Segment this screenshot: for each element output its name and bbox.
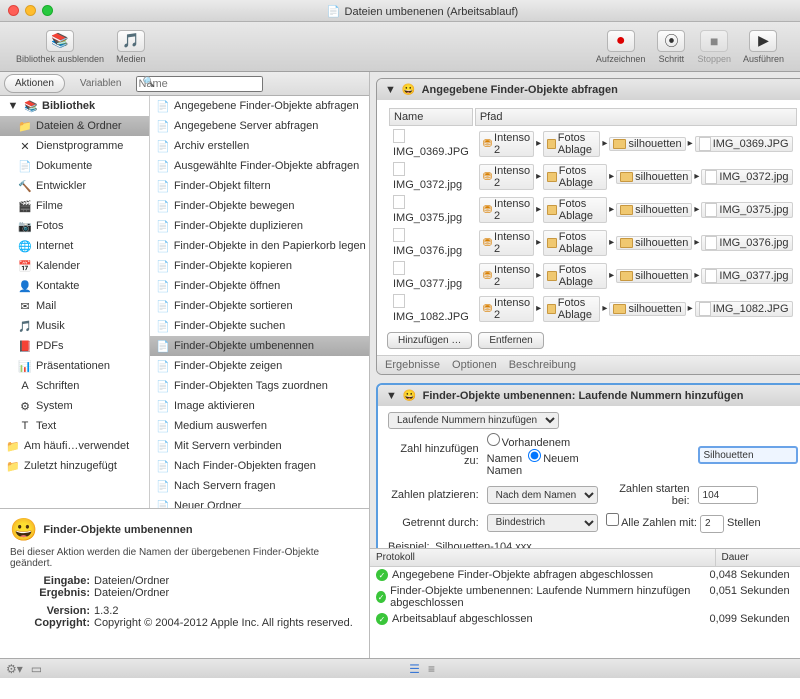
category-item[interactable]: 🔨Entwickler — [0, 176, 149, 196]
description-tab[interactable]: Beschreibung — [509, 359, 576, 371]
table-row[interactable]: IMG_0372.jpg⛃ Intenso 2▸ Fotos Ablage▸ s… — [389, 161, 797, 192]
category-item[interactable]: ✕Dienstprogramme — [0, 136, 149, 156]
workflow-area: ▼😀Angegebene Finder-Objekte abfragen Nam… — [370, 72, 800, 548]
action-item[interactable]: 📄Finder-Objekte umbenennen — [150, 336, 369, 356]
action-item[interactable]: 📄Finder-Objekte suchen — [150, 316, 369, 336]
action-item[interactable]: 📄Finder-Objekte in den Papierkorb legen — [150, 236, 369, 256]
action-item[interactable]: 📄Finder-Objekte öffnen — [150, 276, 369, 296]
table-row[interactable]: IMG_0375.jpg⛃ Intenso 2▸ Fotos Ablage▸ s… — [389, 194, 797, 225]
table-row[interactable]: IMG_0376.jpg⛃ Intenso 2▸ Fotos Ablage▸ s… — [389, 227, 797, 258]
category-item[interactable]: 📅Kalender — [0, 256, 149, 276]
action-item[interactable]: 📄Neuer Ordner — [150, 496, 369, 508]
stop-button[interactable]: ■Stoppen — [697, 30, 731, 64]
add-button[interactable]: Hinzufügen … — [387, 332, 472, 349]
options-tab[interactable]: Optionen — [452, 359, 497, 371]
category-item[interactable]: 🌐Internet — [0, 236, 149, 256]
search-input[interactable] — [136, 76, 263, 92]
new-name-input[interactable] — [698, 446, 798, 464]
toolbar: 📚Bibliothek ausblenden 🎵Medien ●Aufzeich… — [0, 22, 800, 72]
action-item[interactable]: 📄Nach Finder-Objekten fragen — [150, 456, 369, 476]
log-row: ✓Angegebene Finder-Objekte abfragen abge… — [370, 567, 800, 583]
library-categories: ▼📚Bibliothek📁Dateien & Ordner✕Dienstprog… — [0, 96, 150, 508]
log-row: ✓Finder-Objekte umbenennen: Laufende Num… — [370, 583, 800, 611]
action-item[interactable]: 📄Ausgewählte Finder-Objekte abfragen — [150, 156, 369, 176]
digits-input[interactable] — [700, 515, 724, 533]
results-tab[interactable]: Ergebnisse — [385, 359, 440, 371]
window-title: 📄Dateien umbenenen (Arbeitsablauf) — [53, 4, 792, 18]
action-item[interactable]: 📄Image aktivieren — [150, 396, 369, 416]
disclosure-icon[interactable]: ▼ — [385, 84, 396, 96]
list-icon[interactable]: ☰ — [409, 662, 420, 676]
start-input[interactable] — [698, 486, 758, 504]
lines-icon[interactable]: ≡ — [428, 662, 435, 676]
step-button[interactable]: ⦿Schritt — [657, 30, 685, 64]
hide-library-button[interactable]: 📚Bibliothek ausblenden — [16, 30, 104, 64]
category-item[interactable]: TText — [0, 416, 149, 436]
remove-button[interactable]: Entfernen — [478, 332, 543, 349]
tab-actions[interactable]: Aktionen — [4, 74, 65, 93]
recent-item[interactable]: 📁Am häufi…verwendet — [0, 436, 149, 456]
statusbar: ⚙▾ ▭ ☰ ≡ — [0, 658, 800, 678]
separator-select[interactable]: Bindestrich — [487, 514, 598, 532]
record-button[interactable]: ●Aufzeichnen — [596, 30, 646, 64]
pane-icon[interactable]: ▭ — [31, 662, 42, 676]
desc-text: Bei dieser Aktion werden die Namen der ü… — [10, 547, 359, 569]
minimize-icon[interactable] — [25, 5, 36, 16]
table-row[interactable]: IMG_0369.JPG⛃ Intenso 2▸ Fotos Ablage▸ s… — [389, 128, 797, 159]
desc-title: Finder-Objekte umbenennen — [43, 524, 192, 536]
all-digits-check[interactable]: Alle Zahlen mit: — [606, 517, 697, 529]
gear-icon[interactable]: ⚙▾ — [6, 662, 23, 676]
table-row[interactable]: IMG_1082.JPG⛃ Intenso 2▸ Fotos Ablage▸ s… — [389, 293, 797, 324]
library-actions: 📄Angegebene Finder-Objekte abfragen📄Ange… — [150, 96, 369, 508]
zoom-icon[interactable] — [42, 5, 53, 16]
action-item[interactable]: 📄Medium auswerfen — [150, 416, 369, 436]
recent-item[interactable]: 📁Zuletzt hinzugefügt — [0, 456, 149, 476]
category-item[interactable]: ✉Mail — [0, 296, 149, 316]
action-item[interactable]: 📄Finder-Objekte duplizieren — [150, 216, 369, 236]
category-item[interactable]: 📄Dokumente — [0, 156, 149, 176]
action-item[interactable]: 📄Finder-Objekte bewegen — [150, 196, 369, 216]
action-item[interactable]: 📄Angegebene Finder-Objekte abfragen — [150, 96, 369, 116]
rename-mode-select[interactable]: Laufende Nummern hinzufügen — [388, 412, 559, 429]
disclosure-icon[interactable]: ▼ — [386, 390, 397, 402]
category-item[interactable]: 📁Dateien & Ordner — [0, 116, 149, 136]
place-select[interactable]: Nach dem Namen — [487, 486, 598, 504]
category-item[interactable]: 📷Fotos — [0, 216, 149, 236]
category-item[interactable]: ⚙System — [0, 396, 149, 416]
table-row[interactable]: IMG_0377.jpg⛃ Intenso 2▸ Fotos Ablage▸ s… — [389, 260, 797, 291]
action-item[interactable]: 📄Finder-Objekte zeigen — [150, 356, 369, 376]
action-item[interactable]: 📄Finder-Objekte sortieren — [150, 296, 369, 316]
action-description: 😀Finder-Objekte umbenennen Bei dieser Ak… — [0, 508, 369, 658]
action-item[interactable]: 📄Archiv erstellen — [150, 136, 369, 156]
category-item[interactable]: 👤Kontakte — [0, 276, 149, 296]
library-header[interactable]: ▼📚Bibliothek — [0, 96, 149, 116]
action-item[interactable]: 📄Mit Servern verbinden — [150, 436, 369, 456]
titlebar: 📄Dateien umbenenen (Arbeitsablauf) — [0, 0, 800, 22]
action-item[interactable]: 📄Nach Servern fragen — [150, 476, 369, 496]
action-get-finder-items: ▼😀Angegebene Finder-Objekte abfragen Nam… — [376, 78, 800, 375]
close-icon[interactable] — [8, 5, 19, 16]
tab-variables[interactable]: Variablen — [69, 74, 133, 93]
action-item[interactable]: 📄Finder-Objekte kopieren — [150, 256, 369, 276]
category-item[interactable]: 📕PDFs — [0, 336, 149, 356]
category-item[interactable]: 🎵Musik — [0, 316, 149, 336]
action-item[interactable]: 📄Finder-Objekten Tags zuordnen — [150, 376, 369, 396]
category-item[interactable]: ASchriften — [0, 376, 149, 396]
log-row: ✓Arbeitsablauf abgeschlossen0,099 Sekund… — [370, 611, 800, 627]
run-button[interactable]: ▶Ausführen — [743, 30, 784, 64]
log-panel: ProtokollDauer ✓Angegebene Finder-Objekt… — [370, 548, 800, 658]
action-item[interactable]: 📄Finder-Objekt filtern — [150, 176, 369, 196]
action-rename-finder-items: ▼😀Finder-Objekte umbenennen: Laufende Nu… — [376, 383, 800, 548]
media-button[interactable]: 🎵Medien — [116, 30, 146, 64]
category-item[interactable]: 🎬Filme — [0, 196, 149, 216]
file-table: NamePfad IMG_0369.JPG⛃ Intenso 2▸ Fotos … — [387, 106, 799, 326]
action-item[interactable]: 📄Angegebene Server abfragen — [150, 116, 369, 136]
category-item[interactable]: 📊Präsentationen — [0, 356, 149, 376]
library-tabs: Aktionen Variablen — [0, 72, 369, 96]
